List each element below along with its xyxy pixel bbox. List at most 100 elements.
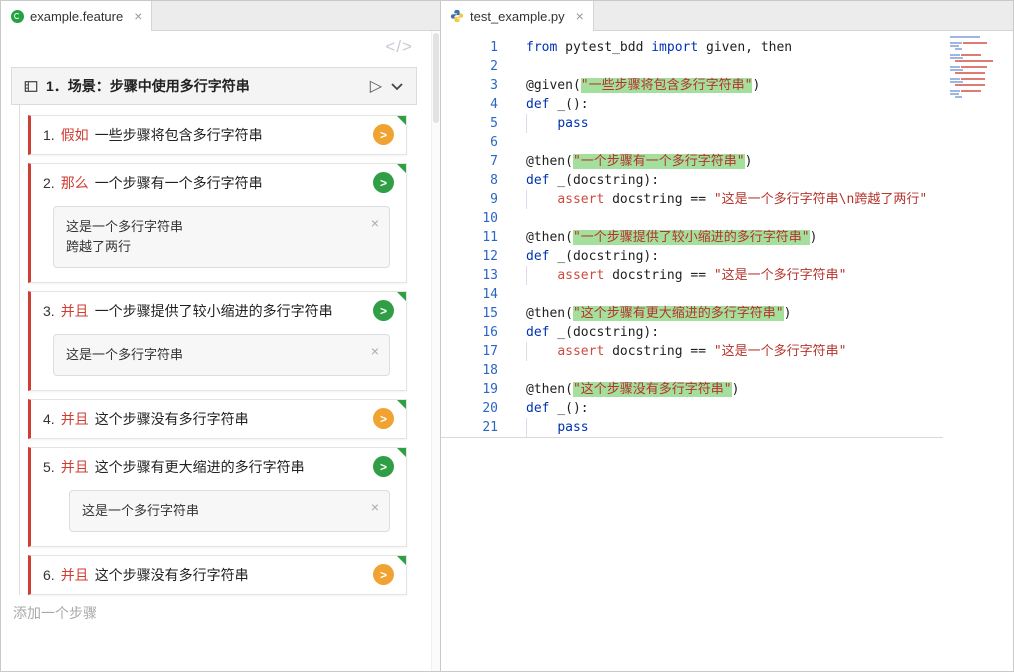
close-tab-icon[interactable]: × [134,8,142,24]
remove-docstring-icon[interactable]: × [371,341,379,361]
step-status-badge[interactable]: > [373,172,394,193]
minimap-line [950,42,1010,44]
modified-marker-icon [397,292,406,301]
code-line[interactable]: 7@then("一个步骤有一个多行字符串") [441,152,1013,171]
step-card[interactable]: 3.并且一个步骤提供了较小缩进的多行字符串> 这是一个多行字符串× [28,291,407,391]
close-tab-icon[interactable]: × [576,8,584,24]
step-text: 这个步骤没有多行字符串 [95,409,249,429]
scenario-title: 1．场景：步骤中使用多行字符串 [46,76,250,96]
step-card[interactable]: 1. 假如一些步骤将包含多行字符串 > [28,115,407,155]
code-line[interactable]: 2 [441,57,1013,76]
docstring-box[interactable]: 这是一个多行字符串 跨越了两行× [53,206,390,268]
code-line[interactable]: 16def _(docstring): [441,323,1013,342]
code-text: @given("一些步骤将包含多行字符串") [526,76,1013,95]
code-line[interactable]: 14 [441,285,1013,304]
code-line[interactable]: 4def _(): [441,95,1013,114]
step-status-badge[interactable]: > [373,408,394,429]
step-number: 1. [43,127,55,143]
step-status-badge[interactable]: > [373,564,394,585]
step-status-badge[interactable]: > [373,124,394,145]
code-text: def _(docstring): [526,247,1013,266]
code-line[interactable]: 10 [441,209,1013,228]
line-number: 13 [441,266,498,285]
code-text: assert docstring == "这是一个多行字符串" [526,342,1013,361]
code-line[interactable]: 13 assert docstring == "这是一个多行字符串" [441,266,1013,285]
code-text: def _(): [526,95,1013,114]
steps-list: 1.假如一些步骤将包含多行字符串>2.那么一个步骤有一个多行字符串>这是一个多行… [19,105,431,595]
end-of-file-rule [441,437,943,438]
remove-docstring-icon[interactable]: × [371,497,379,517]
minimap-line [950,36,1010,38]
code-editor[interactable]: 1from pytest_bdd import given, then23@gi… [441,31,1013,671]
code-text [526,361,1013,380]
docstring-box[interactable]: 这是一个多行字符串× [53,334,390,376]
code-view-icon[interactable]: </> [385,37,413,57]
collapse-chevron-icon[interactable] [390,82,404,91]
minimap-line [950,57,1010,59]
step-status-badge[interactable]: > [373,300,394,321]
step-keyword: 假如 [61,125,89,145]
step-keyword: 并且 [61,565,89,585]
code-line[interactable]: 11@then("一个步骤提供了较小缩进的多行字符串") [441,228,1013,247]
minimap-line [950,90,1010,92]
minimap-mark [950,45,959,47]
python-icon [450,9,464,23]
step-number: 6. [43,567,55,583]
code-line[interactable]: 18 [441,361,1013,380]
step-row[interactable]: 3.并且一个步骤提供了较小缩进的多行字符串 [31,292,406,330]
code-line[interactable]: 5 pass [441,114,1013,133]
step-text: 一个步骤有一个多行字符串 [95,173,263,193]
run-scenario-button[interactable]: ▷ [370,76,382,96]
code-line[interactable]: 20def _(): [441,399,1013,418]
code-text: def _(docstring): [526,323,1013,342]
code-line[interactable]: 17 assert docstring == "这是一个多行字符串" [441,342,1013,361]
remove-docstring-icon[interactable]: × [371,213,379,233]
code-text: def _(docstring): [526,171,1013,190]
minimap-line [950,72,1010,74]
line-number: 5 [441,114,498,133]
step-status-badge[interactable]: > [373,456,394,477]
tab-example-feature[interactable]: example.feature × [1,1,152,31]
minimap[interactable] [949,34,1011,101]
step-card[interactable]: 2.那么一个步骤有一个多行字符串> 这是一个多行字符串 跨越了两行× [28,163,407,283]
line-number: 15 [441,304,498,323]
code-line[interactable]: 8def _(docstring): [441,171,1013,190]
code-line[interactable]: 1from pytest_bdd import given, then [441,38,1013,57]
step-card[interactable]: 5.并且这个步骤有更大缩进的多行字符串> 这是一个多行字符串× [28,447,407,547]
line-number: 12 [441,247,498,266]
feature-pane: example.feature × </> 1．场景：步骤中使用多行字符串 ▷ [1,1,441,671]
minimap-line [950,45,1010,47]
step-card[interactable]: 6.并且这个步骤没有多行字符串> [28,555,407,595]
step-row[interactable]: 5.并且这个步骤有更大缩进的多行字符串 [31,448,406,486]
left-scrollbar[interactable] [431,31,440,671]
step-row[interactable]: 1. 假如一些步骤将包含多行字符串 [31,116,406,154]
step-row[interactable]: 6.并且这个步骤没有多行字符串 [31,556,406,594]
docstring-box[interactable]: 这是一个多行字符串× [69,490,390,532]
step-keyword: 并且 [61,409,89,429]
code-line[interactable]: 19@then("这个步骤没有多行字符串") [441,380,1013,399]
scenario-header[interactable]: 1．场景：步骤中使用多行字符串 ▷ [11,67,417,105]
modified-marker-icon [397,556,406,565]
line-number: 19 [441,380,498,399]
step-row[interactable]: 2.那么一个步骤有一个多行字符串 [31,164,406,202]
tab-test-example-py[interactable]: test_example.py × [441,1,594,31]
code-line[interactable]: 15 @then("这个步骤有更大缩进的多行字符串") [441,304,1013,323]
step-keyword: 那么 [61,173,89,193]
minimap-mark [950,78,960,80]
code-line[interactable]: 3@given("一些步骤将包含多行字符串") [441,76,1013,95]
minimap-mark [950,54,960,56]
step-row[interactable]: 4.并且这个步骤没有多行字符串 [31,400,406,438]
code-line[interactable]: 6 [441,133,1013,152]
line-number: 11 [441,228,498,247]
step-card[interactable]: 4.并且这个步骤没有多行字符串> [28,399,407,439]
step-text: 一些步骤将包含多行字符串 [95,125,263,145]
code-text: @then("一个步骤有一个多行字符串") [526,152,1013,171]
code-pane: test_example.py × 1from pytest_bdd impor… [441,1,1013,671]
code-line[interactable]: 21 pass [441,418,1013,437]
add-step-input[interactable]: 添加一个步骤 [13,603,431,623]
minimap-mark [950,81,963,83]
code-line[interactable]: 9 assert docstring == "这是一个多行字符串\n跨越了两行" [441,190,1013,209]
code-line[interactable]: 12 def _(docstring): [441,247,1013,266]
code-text: @then("这个步骤有更大缩进的多行字符串") [526,304,1013,323]
scrollbar-thumb[interactable] [433,33,439,123]
